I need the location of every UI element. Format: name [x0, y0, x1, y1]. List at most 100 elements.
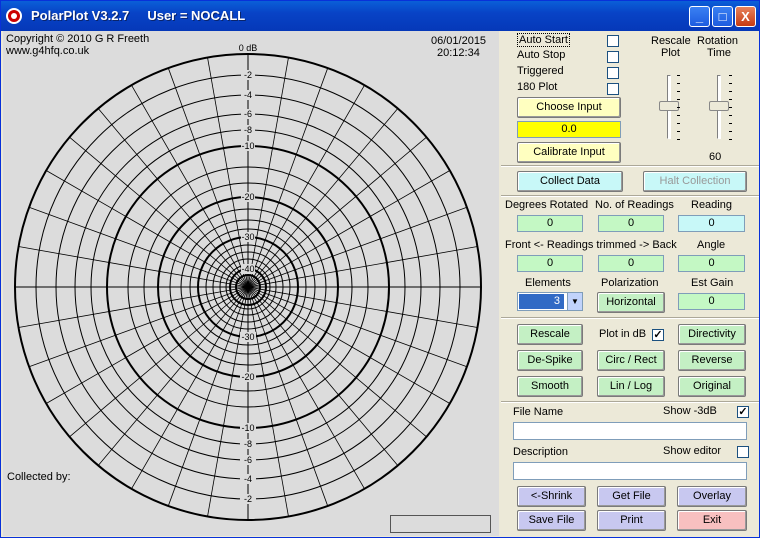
scale-label: -4 [244, 90, 252, 100]
divider [501, 401, 759, 403]
collect-data-button[interactable]: Collect Data [517, 171, 623, 192]
minimize-button[interactable]: _ [689, 6, 710, 27]
scale-label: -6 [244, 455, 252, 465]
scale-label: -10 [241, 141, 254, 151]
maximize-button[interactable]: □ [712, 6, 733, 27]
slider-tick [729, 91, 732, 92]
plot-in-db-checkbox[interactable]: ✓ [652, 329, 664, 341]
triggered-checkbox[interactable] [607, 67, 619, 79]
app-icon[interactable] [6, 8, 22, 24]
slider-tick [677, 91, 680, 92]
shrink-button[interactable]: <-Shrink [517, 486, 586, 507]
scale-label: -40 [241, 264, 254, 274]
directivity-button[interactable]: Directivity [678, 324, 746, 345]
polarization-button[interactable]: Horizontal [597, 292, 665, 313]
slider-tick [729, 139, 732, 140]
original-button[interactable]: Original [678, 376, 746, 397]
app-window: PolarPlot V3.2.7 User = NOCALL _ □ X 0 d… [0, 0, 760, 538]
rescale-slider-thumb[interactable] [659, 101, 679, 111]
scale-label: -30 [241, 232, 254, 242]
divider [501, 195, 759, 197]
back-field: 0 [598, 255, 664, 272]
scale-label: -2 [244, 494, 252, 504]
divider [501, 317, 759, 319]
scale-label: -6 [244, 109, 252, 119]
chevron-down-icon[interactable]: ▼ [567, 293, 582, 310]
divider [501, 165, 759, 167]
slider-tick [677, 99, 680, 100]
website-text: www.g4hfq.co.uk [6, 45, 90, 57]
auto-stop-checkbox[interactable] [607, 51, 619, 63]
time-text: 20:12:34 [437, 47, 480, 59]
scale-label: -10 [241, 423, 254, 433]
plot-in-db-label[interactable]: Plot in dB [599, 328, 646, 340]
description-label: Description [513, 446, 569, 458]
rescale-button[interactable]: Rescale [517, 324, 583, 345]
close-button[interactable]: X [735, 6, 756, 27]
circ-rect-button[interactable]: Circ / Rect [597, 350, 665, 371]
lin-log-button[interactable]: Lin / Log [597, 376, 665, 397]
smooth-button[interactable]: Smooth [517, 376, 583, 397]
input-value-field: 0.0 [517, 121, 621, 138]
triggered-label[interactable]: Triggered [517, 65, 564, 77]
choose-input-button[interactable]: Choose Input [517, 97, 621, 118]
est-gain-field: 0 [678, 293, 745, 310]
slider-tick [729, 75, 732, 76]
auto-start-checkbox[interactable] [607, 35, 619, 47]
degrees-rotated-label: Degrees Rotated [505, 199, 589, 211]
elements-select[interactable]: 3 ▼ [517, 292, 583, 311]
exit-button[interactable]: Exit [677, 510, 747, 531]
scale-label: -2 [244, 70, 252, 80]
file-name-input[interactable] [513, 422, 747, 440]
front-back-label: Front <- Readings trimmed -> Back [505, 239, 677, 251]
calibrate-input-button[interactable]: Calibrate Input [517, 142, 621, 163]
zero-db-label: 0 dB [239, 43, 258, 53]
save-file-button[interactable]: Save File [517, 510, 586, 531]
despike-button[interactable]: De-Spike [517, 350, 583, 371]
auto-stop-label[interactable]: Auto Stop [517, 49, 565, 61]
rescale-plot-label: Rescale [651, 35, 691, 47]
reading-field: 0 [678, 215, 745, 232]
show-editor-checkbox[interactable] [737, 446, 749, 458]
est-gain-label: Est Gain [691, 277, 734, 289]
title-bar[interactable]: PolarPlot V3.2.7 User = NOCALL _ □ X [1, 1, 759, 31]
slider-tick [677, 115, 680, 116]
overlay-button[interactable]: Overlay [677, 486, 747, 507]
reverse-button[interactable]: Reverse [678, 350, 746, 371]
rescale-plot-label-2: Plot [661, 47, 680, 59]
status-box [390, 515, 491, 533]
reading-label: Reading [691, 199, 732, 211]
copyright-text: Copyright © 2010 G R Freeth [6, 33, 150, 45]
slider-tick [677, 75, 680, 76]
auto-start-label[interactable]: Auto Start [517, 33, 570, 47]
angle-field: 0 [678, 255, 745, 272]
slider-tick [677, 123, 680, 124]
slider-tick [729, 107, 732, 108]
scale-label: -8 [244, 439, 252, 449]
elements-value: 3 [519, 294, 564, 309]
halt-collection-button[interactable]: Halt Collection [643, 171, 747, 192]
get-file-button[interactable]: Get File [597, 486, 666, 507]
show-3db-checkbox[interactable]: ✓ [737, 406, 749, 418]
scale-label: -20 [241, 372, 254, 382]
scale-label: -20 [241, 192, 254, 202]
rotation-value: 60 [709, 151, 722, 163]
plot-180-label[interactable]: 180 Plot [517, 81, 557, 93]
slider-tick [729, 115, 732, 116]
show-3db-label[interactable]: Show -3dB [663, 405, 717, 417]
slider-tick [729, 83, 732, 84]
rotation-slider-thumb[interactable] [709, 101, 729, 111]
slider-tick [677, 83, 680, 84]
print-button[interactable]: Print [597, 510, 666, 531]
slider-tick [677, 139, 680, 140]
polar-grid: 0 dB -2 -4 -6 -8 -10 -20 -30 -40 -30 -20 -10 -2 -4 -6 -… [14, 43, 482, 521]
rotation-time-label-2: Time [707, 47, 732, 59]
control-panel: Auto Start Auto Stop Triggered 180 Plot … [501, 31, 759, 536]
num-readings-field: 0 [598, 215, 664, 232]
show-editor-label[interactable]: Show editor [663, 445, 721, 457]
slider-tick [677, 107, 680, 108]
description-input[interactable] [513, 462, 747, 480]
rotation-time-label: Rotation [697, 35, 738, 47]
plot-180-checkbox[interactable] [607, 83, 619, 95]
slider-tick [677, 131, 680, 132]
